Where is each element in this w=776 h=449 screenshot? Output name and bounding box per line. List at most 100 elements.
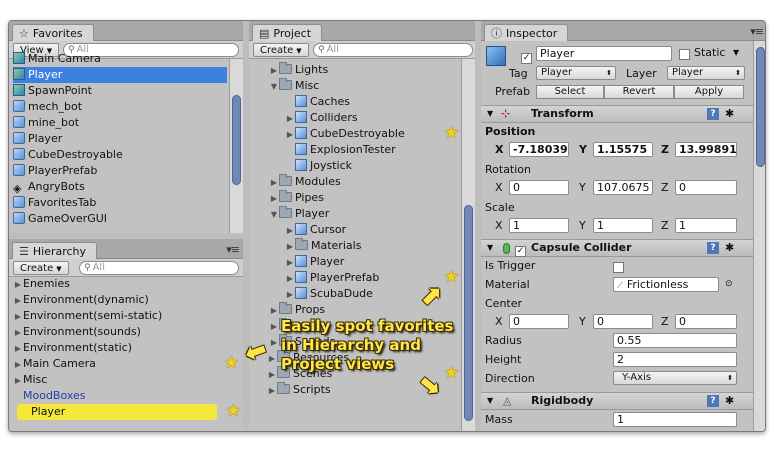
project-item[interactable]: Joystick [267, 158, 461, 174]
hierarchy-item[interactable]: MoodBoxes [9, 388, 243, 404]
prefab-select-button[interactable]: Select [536, 85, 604, 99]
material-field[interactable]: ⟋ Frictionless [613, 277, 719, 292]
height-field[interactable]: 2 [613, 352, 737, 367]
expand-arrow-icon[interactable]: ▶ [285, 271, 295, 287]
expand-arrow-icon[interactable]: ▶ [285, 111, 295, 127]
expand-arrow-icon[interactable]: ▶ [269, 319, 279, 335]
hierarchy-create-button[interactable]: Create ▼ [13, 261, 69, 275]
project-scrollbar[interactable] [461, 59, 475, 431]
static-caret-icon[interactable]: ▼ [733, 48, 739, 57]
hierarchy-item[interactable]: ▶ Environment(semi-static) [9, 308, 243, 324]
is-trigger-checkbox[interactable] [613, 259, 624, 276]
expand-arrow-icon[interactable]: ▶ [269, 175, 279, 191]
expand-arrow-icon[interactable]: ▶ [267, 367, 277, 383]
favorites-item[interactable]: PlayerPrefab [13, 163, 227, 179]
tab-hierarchy[interactable]: ☰ Hierarchy [12, 242, 98, 259]
tag-dropdown[interactable]: Player ⬍ [536, 66, 616, 80]
favorites-scroll-thumb[interactable] [232, 95, 241, 185]
project-item[interactable]: ▼ Player [267, 206, 461, 222]
hierarchy-item[interactable]: ▶ Misc [9, 372, 243, 388]
scale-x-field[interactable]: 1 [509, 218, 569, 233]
project-item[interactable]: Caches [267, 94, 461, 110]
mass-field[interactable]: 1 [613, 412, 737, 427]
project-create-button[interactable]: Create ▼ [253, 43, 309, 57]
object-picker-icon[interactable]: ⊙ [725, 276, 733, 293]
static-checkbox[interactable] [679, 48, 690, 61]
favorites-item[interactable]: mine_bot [13, 115, 227, 131]
favorites-item[interactable]: CubeDestroyable [13, 147, 227, 163]
expand-arrow-icon[interactable]: ▶ [285, 287, 295, 303]
help-icon[interactable]: ? [707, 395, 719, 407]
capsule-collider-header[interactable]: ▼ ✓ Capsule Collider ? ✱ [481, 239, 753, 257]
project-item[interactable]: ExplosionTester [267, 142, 461, 158]
gear-icon[interactable]: ✱ [725, 240, 734, 256]
inspector-scroll-thumb[interactable] [756, 47, 765, 167]
expand-arrow-icon[interactable]: ▶ [13, 373, 23, 389]
favorites-item[interactable]: GameOverGUI [13, 211, 227, 225]
scale-y-field[interactable]: 1 [593, 218, 653, 233]
favorites-item[interactable]: Main Camera [13, 51, 227, 67]
help-icon[interactable]: ? [707, 242, 719, 254]
foldout-down-icon[interactable]: ▼ [487, 106, 493, 122]
transform-header[interactable]: ▼ ⊹ Transform ? ✱ [481, 105, 753, 123]
project-item[interactable]: ▶ CubeDestroyable ★ [267, 125, 461, 143]
project-item[interactable]: ▶ Lights [267, 62, 461, 78]
favorites-item[interactable]: mech_bot [13, 99, 227, 115]
rigidbody-header[interactable]: ▼ ◬ Rigidbody ? ✱ [481, 392, 753, 410]
tab-project[interactable]: ▤ Project [252, 24, 323, 41]
expand-arrow-icon[interactable]: ▶ [285, 127, 295, 143]
prefab-apply-button[interactable]: Apply [674, 85, 744, 99]
tab-inspector[interactable]: ⓘ Inspector [484, 24, 569, 41]
hierarchy-item[interactable]: Player ★ [17, 403, 241, 420]
direction-dropdown[interactable]: Y-Axis ⬍ [613, 371, 737, 385]
expand-arrow-icon[interactable]: ▶ [13, 325, 23, 341]
project-item[interactable]: ▶ Modules [267, 174, 461, 190]
center-y-field[interactable]: 0 [593, 314, 653, 329]
project-item[interactable]: ▶ Player [267, 254, 461, 270]
prefab-revert-button[interactable]: Revert [604, 85, 674, 99]
capsule-enabled-checkbox[interactable]: ✓ [515, 240, 526, 257]
favorites-item[interactable]: Player [13, 131, 227, 147]
expand-arrow-icon[interactable]: ▶ [13, 357, 23, 373]
position-x-field[interactable]: -7.18039 [509, 142, 569, 157]
expand-arrow-icon[interactable]: ▶ [285, 223, 295, 239]
radius-field[interactable]: 0.55 [613, 333, 737, 348]
rotation-x-field[interactable]: 0 [509, 180, 569, 195]
position-y-field[interactable]: 1.15575 [593, 142, 653, 157]
panel-menu-icon[interactable]: ▾≡ [226, 243, 240, 256]
favorites-item[interactable]: SpawnPoint [13, 83, 227, 99]
object-active-checkbox[interactable]: ✓ [521, 48, 532, 64]
foldout-down-icon[interactable]: ▼ [487, 240, 493, 256]
project-item[interactable]: ▶ Cursor [267, 222, 461, 238]
collapse-arrow-icon[interactable]: ▼ [269, 207, 279, 223]
tab-favorites[interactable]: ☆ Favorites [12, 24, 94, 41]
project-scroll-thumb[interactable] [464, 205, 473, 421]
hierarchy-item[interactable]: ▶ Environment(sounds) [9, 324, 243, 340]
expand-arrow-icon[interactable]: ▶ [269, 303, 279, 319]
rotation-y-field[interactable]: 107.0675 [593, 180, 653, 195]
collapse-arrow-icon[interactable]: ▼ [269, 79, 279, 95]
project-item[interactable]: ▶ Pipes [267, 190, 461, 206]
expand-arrow-icon[interactable]: ▶ [13, 341, 23, 357]
expand-arrow-icon[interactable]: ▶ [13, 309, 23, 325]
expand-arrow-icon[interactable]: ▶ [13, 277, 23, 293]
expand-arrow-icon[interactable]: ▶ [285, 255, 295, 271]
center-z-field[interactable]: 0 [675, 314, 737, 329]
help-icon[interactable]: ? [707, 108, 719, 120]
project-item[interactable]: ▼ Misc [267, 78, 461, 94]
object-name-field[interactable]: Player [536, 46, 672, 61]
gear-icon[interactable]: ✱ [725, 393, 734, 409]
expand-arrow-icon[interactable]: ▶ [285, 239, 295, 255]
center-x-field[interactable]: 0 [509, 314, 569, 329]
scale-z-field[interactable]: 1 [675, 218, 737, 233]
project-search-input[interactable]: ⚲ All [313, 43, 473, 57]
position-z-field[interactable]: 13.99891 [675, 142, 737, 157]
panel-menu-icon[interactable]: ▾≡ [750, 25, 764, 38]
favorites-scrollbar[interactable] [229, 59, 243, 233]
layer-dropdown[interactable]: Player ⬍ [667, 66, 745, 80]
gear-icon[interactable]: ✱ [725, 106, 734, 122]
hierarchy-search-input[interactable]: ⚲ All [79, 261, 239, 275]
foldout-down-icon[interactable]: ▼ [487, 393, 493, 409]
expand-arrow-icon[interactable]: ▶ [269, 335, 279, 351]
favorites-item[interactable]: Player [13, 67, 227, 83]
